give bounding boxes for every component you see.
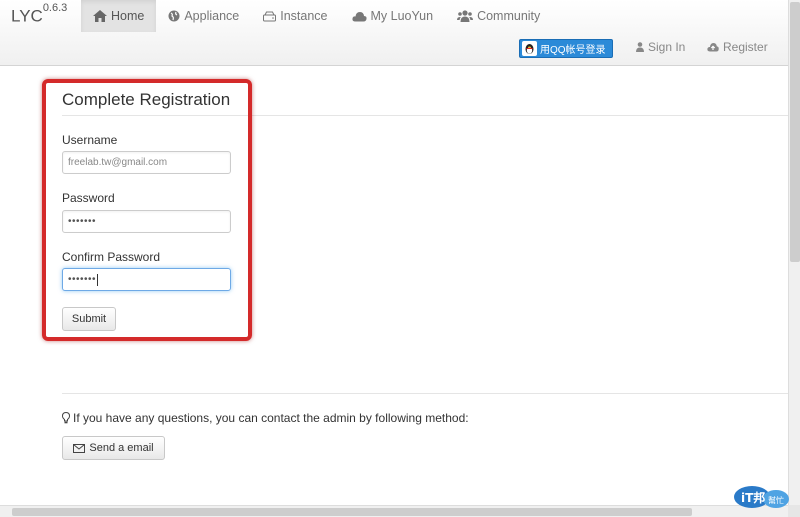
envelope-icon bbox=[73, 443, 86, 453]
top-navbar: LYC0.6.3 Home Appliance Instance My LuoY… bbox=[0, 0, 788, 66]
cloud-upload-icon bbox=[707, 43, 719, 52]
nav-item-home[interactable]: Home bbox=[81, 0, 157, 32]
help-message: If you have any questions, you can conta… bbox=[73, 411, 469, 425]
qq-login-button[interactable]: 用QQ帐号登录 bbox=[519, 39, 613, 58]
main-nav: Home Appliance Instance My LuoYun Commun… bbox=[81, 0, 552, 32]
globe-icon bbox=[168, 10, 180, 22]
nav-item-label: Instance bbox=[280, 9, 328, 23]
horizontal-scrollbar[interactable] bbox=[0, 505, 788, 517]
vertical-scrollbar[interactable] bbox=[788, 0, 800, 505]
svg-text:幫忙: 幫忙 bbox=[768, 495, 784, 505]
brand[interactable]: LYC0.6.3 bbox=[11, 2, 67, 27]
users-icon bbox=[457, 10, 474, 22]
register-link[interactable]: Register bbox=[707, 40, 768, 54]
nav-item-label: Appliance bbox=[184, 9, 240, 23]
nav-item-my-luoyun[interactable]: My LuoYun bbox=[340, 0, 446, 32]
nav-item-instance[interactable]: Instance bbox=[251, 0, 339, 32]
horizontal-scroll-thumb[interactable] bbox=[12, 508, 692, 516]
nav-item-label: Home bbox=[111, 9, 145, 23]
user-icon bbox=[636, 42, 644, 52]
hdd-icon bbox=[263, 11, 277, 21]
svg-text:iT邦: iT邦 bbox=[741, 490, 765, 505]
send-email-button[interactable]: Send a email bbox=[62, 436, 165, 460]
qq-penguin-icon bbox=[522, 41, 537, 56]
version-label: 0.6.3 bbox=[42, 2, 68, 14]
send-email-label: Send a email bbox=[89, 442, 154, 454]
register-label: Register bbox=[723, 40, 768, 54]
home-icon bbox=[93, 10, 107, 22]
section-divider bbox=[62, 393, 788, 394]
nav-item-label: My LuoYun bbox=[370, 9, 434, 23]
ithome-watermark-logo: iT邦 幫忙 bbox=[734, 486, 789, 508]
nav-item-label: Community bbox=[477, 9, 541, 23]
help-text: If you have any questions, you can conta… bbox=[62, 411, 469, 425]
signin-link[interactable]: Sign In bbox=[636, 40, 685, 54]
lightbulb-icon bbox=[62, 412, 70, 424]
nav-item-community[interactable]: Community bbox=[445, 0, 552, 32]
brand-name: LYC bbox=[11, 6, 43, 26]
vertical-scroll-thumb[interactable] bbox=[790, 2, 800, 262]
qq-login-label: 用QQ帐号登录 bbox=[540, 45, 606, 56]
nav-item-appliance[interactable]: Appliance bbox=[156, 0, 251, 32]
signin-label: Sign In bbox=[648, 40, 686, 54]
highlight-annotation-box bbox=[42, 79, 252, 341]
cloud-icon bbox=[351, 11, 367, 21]
